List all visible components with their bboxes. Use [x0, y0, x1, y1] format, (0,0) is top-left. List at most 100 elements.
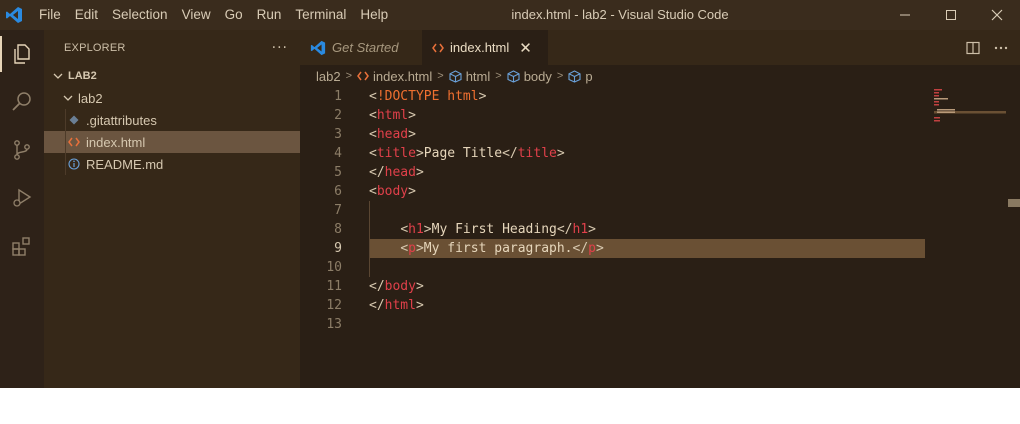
close-icon — [991, 9, 1003, 21]
code-line[interactable]: 3 <head> — [300, 125, 1020, 144]
code-line[interactable]: 4 <title>Page Title</title> — [300, 144, 1020, 163]
code-line[interactable]: 5 </head> — [300, 163, 1020, 182]
split-editor-icon[interactable] — [966, 41, 980, 55]
explorer-sidebar: EXPLORER ··· LAB2 lab2 .gitattributes in… — [44, 30, 300, 388]
symbol-cube-icon — [507, 69, 520, 83]
code-token: h1 — [572, 222, 589, 237]
file-gitattributes[interactable]: .gitattributes — [44, 109, 300, 131]
code-token: > — [415, 165, 424, 180]
breadcrumb-symbol-p[interactable]: p — [568, 68, 593, 84]
file-readme[interactable]: README.md — [44, 153, 300, 175]
code-token: </ — [556, 222, 573, 237]
file-label: .gitattributes — [86, 112, 157, 128]
code-line[interactable]: 9 <p>My first paragraph.</p> — [300, 239, 1020, 258]
code-line[interactable]: 2 <html> — [300, 106, 1020, 125]
menu-go[interactable]: Go — [218, 0, 250, 30]
code-line[interactable]: 8 <h1>My First Heading</h1> — [300, 220, 1020, 239]
breadcrumb-folder[interactable]: lab2 — [316, 69, 341, 84]
code-line[interactable]: 11 </body> — [300, 277, 1020, 296]
minimap[interactable] — [932, 87, 1006, 127]
chevron-right-icon: > — [556, 70, 564, 82]
info-icon — [66, 156, 82, 172]
explorer-activity-button[interactable] — [0, 30, 44, 78]
chevron-down-icon — [60, 93, 76, 103]
line-source: </head> — [369, 165, 424, 180]
crumb-label: index.html — [373, 68, 433, 84]
extensions-activity-button[interactable] — [0, 222, 44, 270]
code-token: head — [376, 127, 409, 142]
code-line[interactable]: 12 </html> — [300, 296, 1020, 315]
menu-selection[interactable]: Selection — [105, 0, 175, 30]
menu-run[interactable]: Run — [250, 0, 289, 30]
code-line[interactable]: 1 <!DOCTYPE html> — [300, 87, 1020, 106]
menu-edit[interactable]: Edit — [68, 0, 105, 30]
breadcrumb: lab2 > index.html > html > body > p — [300, 65, 1020, 87]
menu-help[interactable]: Help — [353, 0, 395, 30]
maximize-button[interactable] — [928, 0, 974, 30]
breadcrumb-file[interactable]: index.html — [357, 69, 432, 84]
line-number: 7 — [334, 203, 342, 218]
tab-get-started[interactable]: Get Started — [300, 30, 422, 65]
line-number: 2 — [334, 108, 342, 123]
file-index-html[interactable]: index.html — [44, 131, 300, 153]
menu-view[interactable]: View — [175, 0, 218, 30]
line-source: <body> — [369, 184, 416, 199]
breadcrumb-symbol-html[interactable]: html — [449, 69, 490, 84]
minimize-icon — [900, 14, 910, 16]
indent-guide — [65, 109, 66, 131]
line-source: <head> — [369, 127, 416, 142]
code-token: < — [369, 108, 377, 123]
crumb-label: p — [585, 68, 593, 84]
line-source: <h1>My First Heading</h1> — [369, 222, 596, 237]
code-token: > — [415, 146, 424, 161]
code-line[interactable]: 10 — [300, 258, 1020, 277]
minimize-button[interactable] — [882, 0, 928, 30]
source-control-activity-button[interactable] — [0, 126, 44, 174]
chevron-right-icon: > — [437, 70, 444, 82]
code-token: !DOCTYPE — [376, 89, 440, 104]
code-token: > — [588, 222, 596, 237]
run-debug-activity-button[interactable] — [0, 174, 44, 222]
code-token: < — [400, 222, 409, 237]
vscode-window: File Edit Selection View Go Run Terminal… — [0, 0, 1020, 388]
code-line[interactable]: 6 <body> — [300, 182, 1020, 201]
code-token: > — [415, 241, 424, 256]
source-control-icon — [14, 140, 30, 160]
close-window-button[interactable] — [974, 0, 1020, 30]
code-token: </ — [369, 298, 385, 313]
more-actions-icon[interactable] — [994, 41, 1008, 55]
code-token: body — [376, 184, 409, 199]
folder-label: lab2 — [78, 90, 103, 106]
code-line[interactable]: 13 — [300, 315, 1020, 334]
close-tab-icon[interactable]: ✕ — [519, 39, 532, 57]
code-line[interactable]: 7 — [300, 201, 1020, 220]
menu-file[interactable]: File — [32, 0, 68, 30]
vertical-scrollbar[interactable] — [1008, 87, 1020, 388]
more-actions-icon[interactable]: ··· — [272, 40, 288, 56]
symbol-cube-icon — [568, 69, 581, 83]
line-number: 6 — [334, 184, 342, 199]
search-activity-button[interactable] — [0, 78, 44, 126]
code-token: < — [369, 89, 377, 104]
line-number: 9 — [334, 241, 342, 256]
code-token: > — [556, 146, 565, 161]
code-token: > — [415, 279, 424, 294]
workspace-label: LAB2 — [68, 70, 97, 82]
breadcrumb-symbol-body[interactable]: body — [507, 69, 552, 84]
tab-index-html[interactable]: index.html ✕ — [422, 30, 548, 65]
chevron-right-icon: > — [345, 70, 353, 82]
editor-area: Get Started index.html ✕ lab2 > index.ht… — [300, 30, 1020, 388]
code-editor[interactable]: 1 <!DOCTYPE html> 2 <html> 3 <head> 4 <title>Pa… — [300, 87, 1020, 334]
code-token: html — [384, 298, 416, 313]
code-token: > — [478, 89, 487, 104]
line-number: 10 — [326, 260, 342, 275]
html-file-icon — [357, 71, 369, 81]
indent-guide — [65, 153, 66, 175]
menu-terminal[interactable]: Terminal — [288, 0, 353, 30]
indent-guide — [369, 201, 370, 220]
file-label: index.html — [86, 134, 146, 150]
line-source: <html> — [369, 108, 416, 123]
workspace-section[interactable]: LAB2 — [44, 65, 300, 87]
folder-lab2[interactable]: lab2 — [44, 87, 300, 109]
